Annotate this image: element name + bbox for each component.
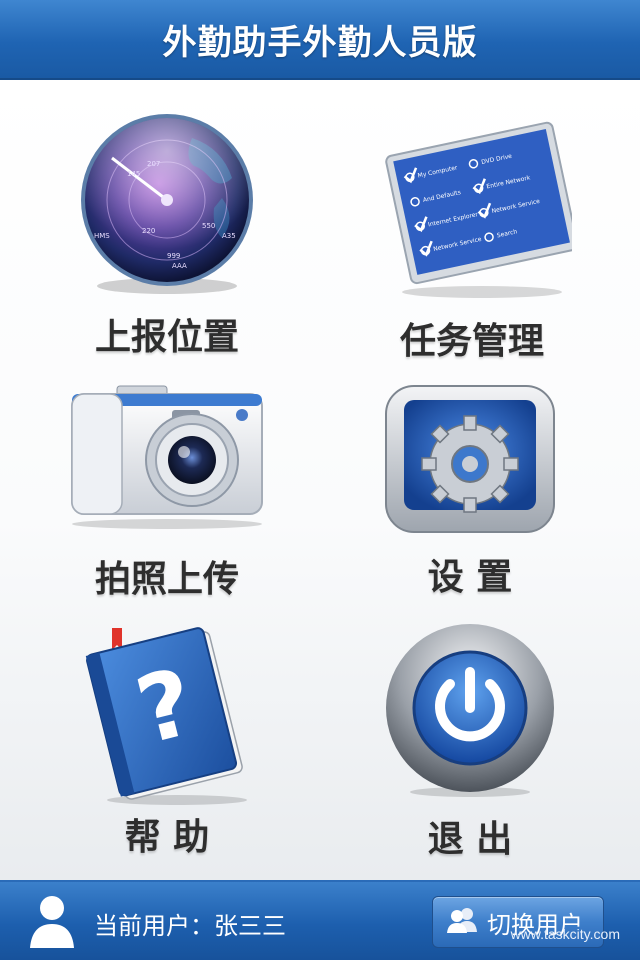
help-button[interactable]: ? 帮 助 <box>17 618 317 868</box>
radar-label: A35 <box>222 232 236 240</box>
gear-icon <box>382 384 558 536</box>
task-management-button[interactable]: My Computer DVD Drive And Defaults Entir… <box>322 108 622 362</box>
exit-label: 退 出 <box>427 819 513 860</box>
footer-bar: 当前用户：张三三 切换用户 www.taskcity.com <box>0 880 640 960</box>
current-user-text: 当前用户：张三三 <box>94 912 286 940</box>
radar-label: 145 <box>127 170 140 178</box>
radar-label: 220 <box>142 227 155 235</box>
radar-globe-icon: 145 207 HMS 220 550 A35 999 AAA <box>72 108 262 298</box>
settings-button[interactable]: 设 置 <box>320 380 620 630</box>
power-icon <box>382 622 558 798</box>
app-header: 外勤助手外勤人员版 <box>0 0 640 80</box>
help-book-icon: ? <box>77 618 257 808</box>
report-location-button[interactable]: 145 207 HMS 220 550 A35 999 AAA 上报位置 <box>17 108 317 358</box>
radar-label: AAA <box>172 262 187 270</box>
help-label: 帮 助 <box>124 817 210 858</box>
watermark: www.taskcity.com <box>510 926 620 942</box>
task-management-label: 任务管理 <box>399 321 544 362</box>
radar-label: 550 <box>202 222 215 230</box>
photo-upload-button[interactable]: 拍照上传 <box>17 380 317 630</box>
user-avatar-icon <box>28 894 76 954</box>
task-checklist-icon: My Computer DVD Drive And Defaults Entir… <box>372 110 579 300</box>
radar-label: HMS <box>94 232 110 240</box>
switch-users-icon <box>447 907 477 937</box>
exit-button[interactable]: 退 出 <box>320 618 620 868</box>
camera-icon <box>62 380 272 530</box>
app-title: 外勤助手外勤人员版 <box>162 22 478 63</box>
report-location-label: 上报位置 <box>94 317 239 358</box>
radar-label: 207 <box>147 160 160 168</box>
settings-label: 设 置 <box>427 557 513 598</box>
radar-label: 999 <box>167 252 180 260</box>
main-menu: 145 207 HMS 220 550 A35 999 AAA 上报位置 My … <box>0 80 640 880</box>
photo-upload-label: 拍照上传 <box>94 559 239 600</box>
